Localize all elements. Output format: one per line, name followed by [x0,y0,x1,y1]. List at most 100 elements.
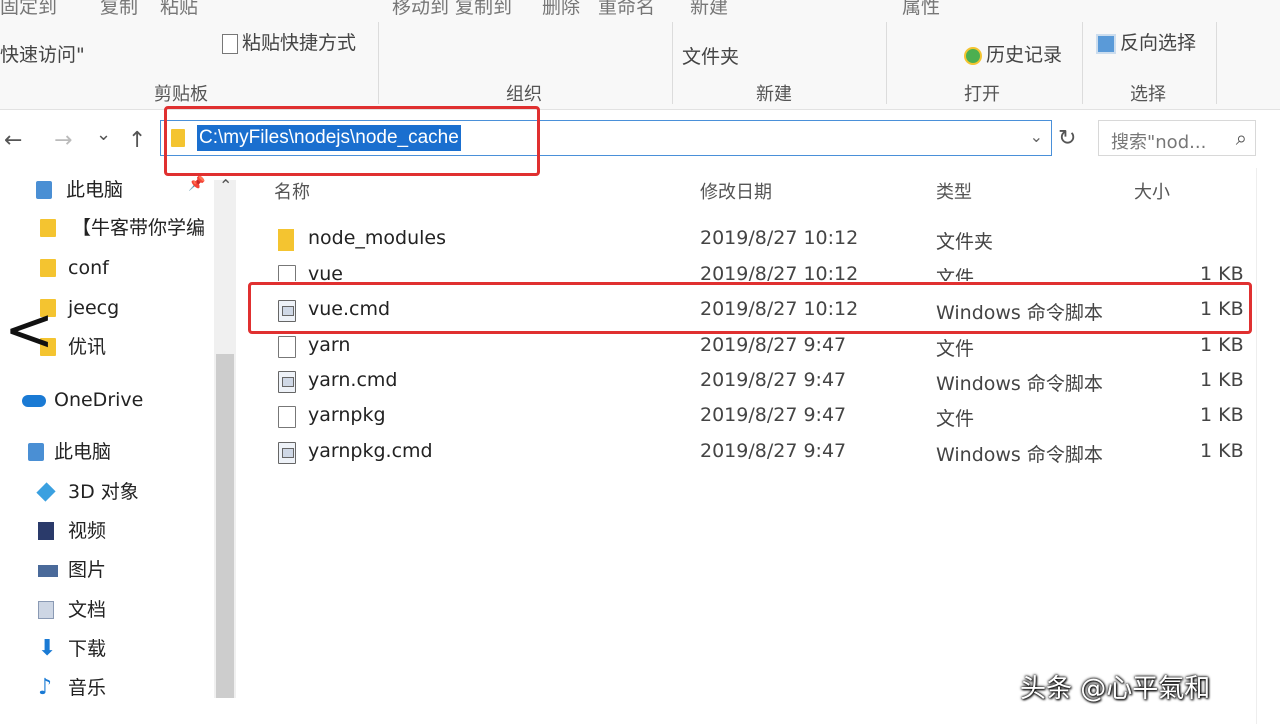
search-icon[interactable]: ⌕ [1236,126,1247,150]
file-size: 1 KB [1200,334,1244,356]
delete-button[interactable]: 删除 [542,0,580,19]
downloads-icon: ⬇ [38,636,57,661]
file-type: 文件 [936,408,975,430]
file-row[interactable]: node_modules 2019/8/27 10:12 文件夹 [270,223,1250,257]
file-row[interactable]: yarnpkg.cmd 2019/8/27 9:47 Windows 命令脚本 … [270,436,1250,470]
address-bar[interactable]: C:\myFiles\nodejs\node_cache ⌄ [160,120,1052,156]
up-arrow-icon[interactable]: ↑ [128,128,146,153]
folder-icon [278,229,294,251]
file-name: yarn.cmd [308,369,398,391]
group-label-clipboard: 剪贴板 [154,84,208,105]
column-header-type[interactable]: 类型 [936,178,972,204]
copy-button[interactable]: 复制 [100,0,138,19]
sidebar-item-videos[interactable]: 视频 [38,517,106,545]
ribbon-divider [1082,22,1083,104]
sidebar-item-this-pc-2[interactable]: 此电脑 [28,438,111,466]
sidebar-item-this-pc[interactable]: 此电脑 [36,176,123,204]
invert-selection-icon [1096,33,1116,54]
pictures-icon [38,565,58,577]
back-chevron-overlay-icon: < [4,295,55,365]
ribbon-divider [672,22,673,104]
new-folder-label[interactable]: 文件夹 [682,42,739,69]
folder-icon [40,219,56,237]
folder-icon [171,129,185,147]
column-header-date[interactable]: 修改日期 [700,178,772,204]
sidebar-item-downloads[interactable]: ⬇ 下载 [38,635,106,663]
invert-selection-button[interactable]: 反向选择 [1096,28,1196,55]
sidebar-item-3d-objects[interactable]: 3D 对象 [36,478,139,506]
file-name: vue.cmd [308,298,391,320]
forward-arrow-icon[interactable]: → [54,128,72,153]
sidebar-scrollbar[interactable]: ⌃ [214,176,236,698]
group-label-new: 新建 [756,84,792,105]
group-label-select: 选择 [1130,84,1166,105]
pin-to-quick-access-button[interactable]: 固定到 [0,0,57,19]
file-size: 1 KB [1200,440,1244,462]
column-header-size[interactable]: 大小 [1134,178,1170,204]
scrollbar-thumb[interactable] [216,354,234,698]
history-button[interactable]: 历史记录 [964,40,1062,67]
onedrive-icon [22,395,46,407]
file-row[interactable]: yarn.cmd 2019/8/27 9:47 Windows 命令脚本 1 K… [270,365,1250,399]
recent-locations-chevron-icon[interactable]: ⌄ [96,124,111,145]
sidebar-item-music[interactable]: ♪ 音乐 [38,674,106,702]
group-label-organize: 组织 [506,84,542,105]
file-size: 1 KB [1200,263,1244,281]
file-type: 文件 [936,338,975,360]
refresh-icon[interactable]: ↻ [1058,126,1076,151]
sidebar-item-pictures[interactable]: 图片 [38,556,106,584]
file-type: Windows 命令脚本 [936,373,1103,395]
music-icon: ♪ [38,675,53,700]
file-type: 文件 [936,267,975,281]
history-icon [964,46,982,65]
address-path-text[interactable]: C:\myFiles\nodejs\node_cache [197,125,461,151]
ribbon-divider [1216,22,1217,104]
sidebar-item-label: 【牛客带你学编 [72,217,206,239]
file-date: 2019/8/27 10:12 [700,227,859,249]
back-arrow-icon[interactable]: ← [4,128,22,153]
file-date: 2019/8/27 10:12 [700,263,859,281]
file-name: node_modules [308,227,447,249]
file-row[interactable]: vue 2019/8/27 10:12 文件 1 KB [270,259,1250,281]
properties-button[interactable]: 属性 [902,0,940,19]
file-row[interactable]: yarnpkg 2019/8/27 9:47 文件 1 KB [270,400,1250,434]
address-dropdown-chevron-icon[interactable]: ⌄ [1030,127,1043,146]
search-input[interactable]: 搜索"nod... ⌕ [1098,120,1256,156]
file-date: 2019/8/27 9:47 [700,404,847,426]
file-icon [278,336,296,358]
file-date: 2019/8/27 9:47 [700,440,847,462]
sidebar-item-conf[interactable]: conf [40,254,109,282]
documents-icon [38,601,54,619]
cmd-file-icon [278,442,296,464]
file-size: 1 KB [1200,298,1244,320]
rename-button[interactable]: 重命名 [598,0,655,19]
move-copy-to-button[interactable]: 移动到 复制到 [392,0,512,19]
ribbon: 固定到 复制 粘贴 移动到 复制到 删除 重命名 新建 属性 快速访问" 粘贴快… [0,0,1280,110]
sidebar-item-documents[interactable]: 文档 [38,596,106,624]
sidebar-item-niuke-folder[interactable]: 【牛客带你学编 [40,214,216,242]
pc-icon [36,181,52,199]
file-row[interactable]: yarn 2019/8/27 9:47 文件 1 KB [270,330,1250,364]
paste-shortcut-button[interactable]: 粘贴快捷方式 [222,28,356,55]
paste-button[interactable]: 粘贴 [160,0,198,19]
file-icon [278,265,296,281]
file-row[interactable]: vue.cmd 2019/8/27 10:12 Windows 命令脚本 1 K… [270,294,1250,328]
watermark-text: 头条 @心平氣和 [1020,674,1211,704]
file-size: 1 KB [1200,404,1244,426]
invert-selection-label: 反向选择 [1120,32,1197,54]
file-date: 2019/8/27 9:47 [700,334,847,356]
file-icon [278,406,296,428]
file-size: 1 KB [1200,369,1244,391]
new-item-button[interactable]: 新建 [690,0,728,19]
ribbon-divider [886,22,887,104]
file-type: 文件夹 [936,231,994,253]
cmd-file-icon [278,300,296,322]
column-header-name[interactable]: 名称 [274,178,310,204]
sidebar-item-onedrive[interactable]: OneDrive [22,386,143,414]
paste-shortcut-icon [222,33,238,54]
pin-icon[interactable]: 📌 [188,176,205,192]
cmd-file-icon [278,371,296,393]
scroll-up-chevron-icon[interactable]: ⌃ [219,176,232,195]
file-list-scrollbar[interactable] [1256,168,1280,724]
group-label-open: 打开 [964,84,1000,105]
